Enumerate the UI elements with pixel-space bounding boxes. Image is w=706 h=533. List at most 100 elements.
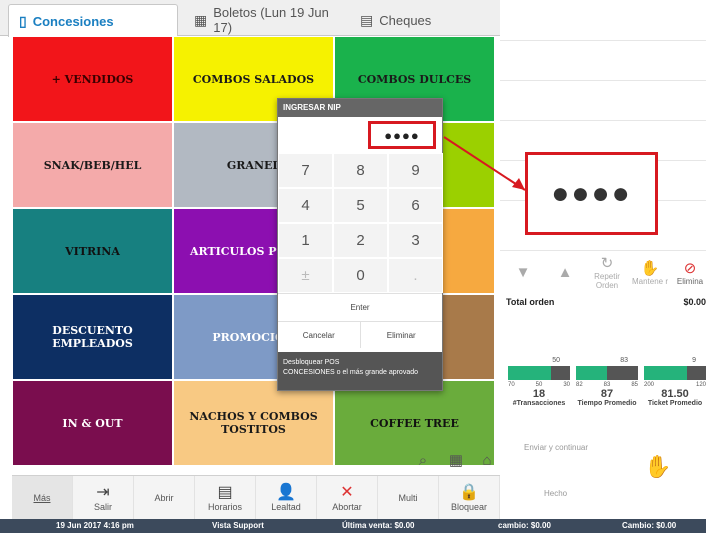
key-8[interactable]: 8 (333, 153, 388, 188)
metric-value: 87 (600, 388, 614, 400)
metric-widget: 50 70 50 30 18 #Transacciones (508, 357, 570, 425)
metric-scale-label: 120 (695, 382, 706, 388)
metric-scale-label: 70 (508, 382, 515, 388)
enter-button[interactable]: Enter (278, 293, 442, 321)
send-continue-button[interactable]: Enviar y continuar (524, 443, 588, 452)
key-dot[interactable]: . (388, 258, 443, 293)
keyboard-icon[interactable]: ▦ (443, 447, 469, 473)
bloquear-button[interactable]: 🔒 Bloquear (439, 476, 500, 519)
metric-label: Ticket Promedio (647, 400, 703, 407)
status-bar: 19 Jun 2017 4:16 pm Vista Support Última… (0, 519, 706, 533)
nip-title: INGRESAR NIP (278, 99, 442, 117)
nip-display: ●●●● (278, 117, 442, 153)
metric-target: 83 (620, 357, 628, 364)
horarios-button[interactable]: ▤ Horarios (195, 476, 256, 519)
status-change-2: Cambio: $0.00 (622, 521, 677, 530)
metric-target: 50 (552, 357, 560, 364)
prohibited-icon: ⊘ (683, 259, 697, 277)
tab-cheques[interactable]: ▤ Cheques (350, 4, 450, 36)
status-last-sale: Última venta: $0.00 (342, 521, 415, 530)
tab-boletos[interactable]: ▦ Boletos (Lun 19 Jun 17) (184, 4, 344, 36)
abrir-button[interactable]: Abrir (134, 476, 195, 519)
toolbar-label: Multi (398, 492, 418, 503)
total-label: Total orden (506, 297, 555, 307)
user-icon: 👤 (276, 483, 296, 501)
checks-icon: ▤ (360, 11, 374, 28)
x-icon: ✕ (340, 483, 354, 501)
mas-button[interactable]: Más (12, 476, 73, 519)
metric-bar (576, 366, 638, 380)
status-date: 19 Jun 2017 4:16 pm (56, 521, 134, 530)
building-icon: ▦ (194, 11, 208, 28)
repeat-icon: ↻ (600, 255, 614, 272)
nip-footer: Desbloquear POS CONCESIONES o el más gra… (278, 352, 442, 390)
key-plus-minus[interactable]: ± (278, 258, 333, 293)
category-button[interactable]: IN & OUT (12, 380, 173, 466)
delete-order-button[interactable]: ⊘ Elimina (674, 250, 706, 294)
metric-target: 9 (692, 357, 696, 364)
tab-bar: ▯ Concesiones ▦ Boletos (Lun 19 Jun 17) … (0, 0, 500, 37)
search-icon[interactable]: ⌕ (410, 447, 436, 473)
pos-screen: ▯ Concesiones ▦ Boletos (Lun 19 Jun 17) … (0, 0, 706, 533)
nip-value: ●●●● (368, 121, 436, 149)
nip-zoom-callout: ●●●● (525, 152, 658, 235)
nip-footer-line1: Desbloquear POS (283, 359, 340, 366)
toolbar-label: Salir (93, 501, 112, 512)
repeat-order-button[interactable]: ↻ Repetir Orden (586, 250, 628, 294)
key-2[interactable]: 2 (333, 223, 388, 258)
key-3[interactable]: 3 (388, 223, 443, 258)
toolbar-label: Más (33, 492, 51, 503)
key-7[interactable]: 7 (278, 153, 333, 188)
lock-icon: 🔒 (459, 483, 479, 501)
salir-button[interactable]: ⇥ Salir (73, 476, 134, 519)
abortar-button[interactable]: ✕ Abortar (317, 476, 378, 519)
wave-hand-icon: ✋ (644, 454, 672, 479)
category-button[interactable]: NACHOS Y COMBOS TOSTITOS (173, 380, 334, 466)
keypad: 7 8 9 4 5 6 1 2 3 ±0. (278, 153, 443, 293)
done-button[interactable]: Hecho (544, 489, 567, 498)
metric-bar (508, 366, 570, 380)
arrow-down-icon: ▼ (515, 263, 531, 281)
toolbar-label: Abrir (154, 492, 174, 503)
metric-scale-label: 82 (576, 382, 583, 388)
arrow-up-icon: ▲ (557, 263, 573, 281)
key-4[interactable]: 4 (278, 188, 333, 223)
metric-bar (644, 366, 706, 380)
delete-button[interactable]: Eliminar (361, 322, 443, 348)
metric-widget: 83 82 83 85 87 Tiempo Promedio (576, 357, 638, 425)
key-5[interactable]: 5 (333, 188, 388, 223)
tab-label: Cheques (379, 12, 432, 28)
home-icon[interactable]: ⌂ (474, 447, 500, 473)
metric-value: 81.50 (661, 388, 689, 400)
metric-widget: 9 200 120 81.50 Ticket Promedio (644, 357, 706, 425)
toolbar-label: Bloquear (450, 501, 488, 512)
metric-bar-fill (576, 366, 607, 380)
cancel-button[interactable]: Cancelar (278, 322, 361, 348)
ticket-icon: ▯ (19, 12, 27, 29)
category-button[interactable]: VITRINA (12, 208, 173, 294)
key-9[interactable]: 9 (388, 153, 443, 188)
metric-value: 18 (532, 388, 546, 400)
multi-button[interactable]: Multi (378, 476, 439, 519)
category-button[interactable]: DESCUENTO EMPLEADOS (12, 294, 173, 380)
key-0[interactable]: 0 (333, 258, 388, 293)
total-value: $0.00 (683, 297, 706, 307)
toolbar-label: Horarios (207, 501, 242, 512)
key-6[interactable]: 6 (388, 188, 443, 223)
toolbar-label: Lealtad (271, 501, 301, 512)
category-button[interactable]: SNAK/BEB/HEL (12, 122, 173, 208)
tab-concesiones[interactable]: ▯ Concesiones (8, 4, 178, 37)
category-button[interactable]: + VENDIDOS (12, 36, 173, 122)
calendar-icon: ▤ (217, 483, 233, 501)
key-1[interactable]: 1 (278, 223, 333, 258)
lealtad-button[interactable]: 👤 Lealtad (256, 476, 317, 519)
status-change: cambio: $0.00 (498, 521, 551, 530)
metric-bar-fill (644, 366, 688, 380)
metric-scale-label: 85 (631, 382, 638, 388)
scroll-down-button[interactable]: ▼ (506, 250, 540, 294)
metric-bar-fill (508, 366, 552, 380)
nip-dialog: INGRESAR NIP ●●●● 7 8 9 4 5 6 1 2 3 ±0. Enter Can… (277, 98, 443, 391)
metric-label: Tiempo Promedio (577, 400, 637, 407)
hold-button[interactable]: ✋ Mantene r (630, 250, 670, 294)
scroll-up-button[interactable]: ▲ (548, 250, 582, 294)
